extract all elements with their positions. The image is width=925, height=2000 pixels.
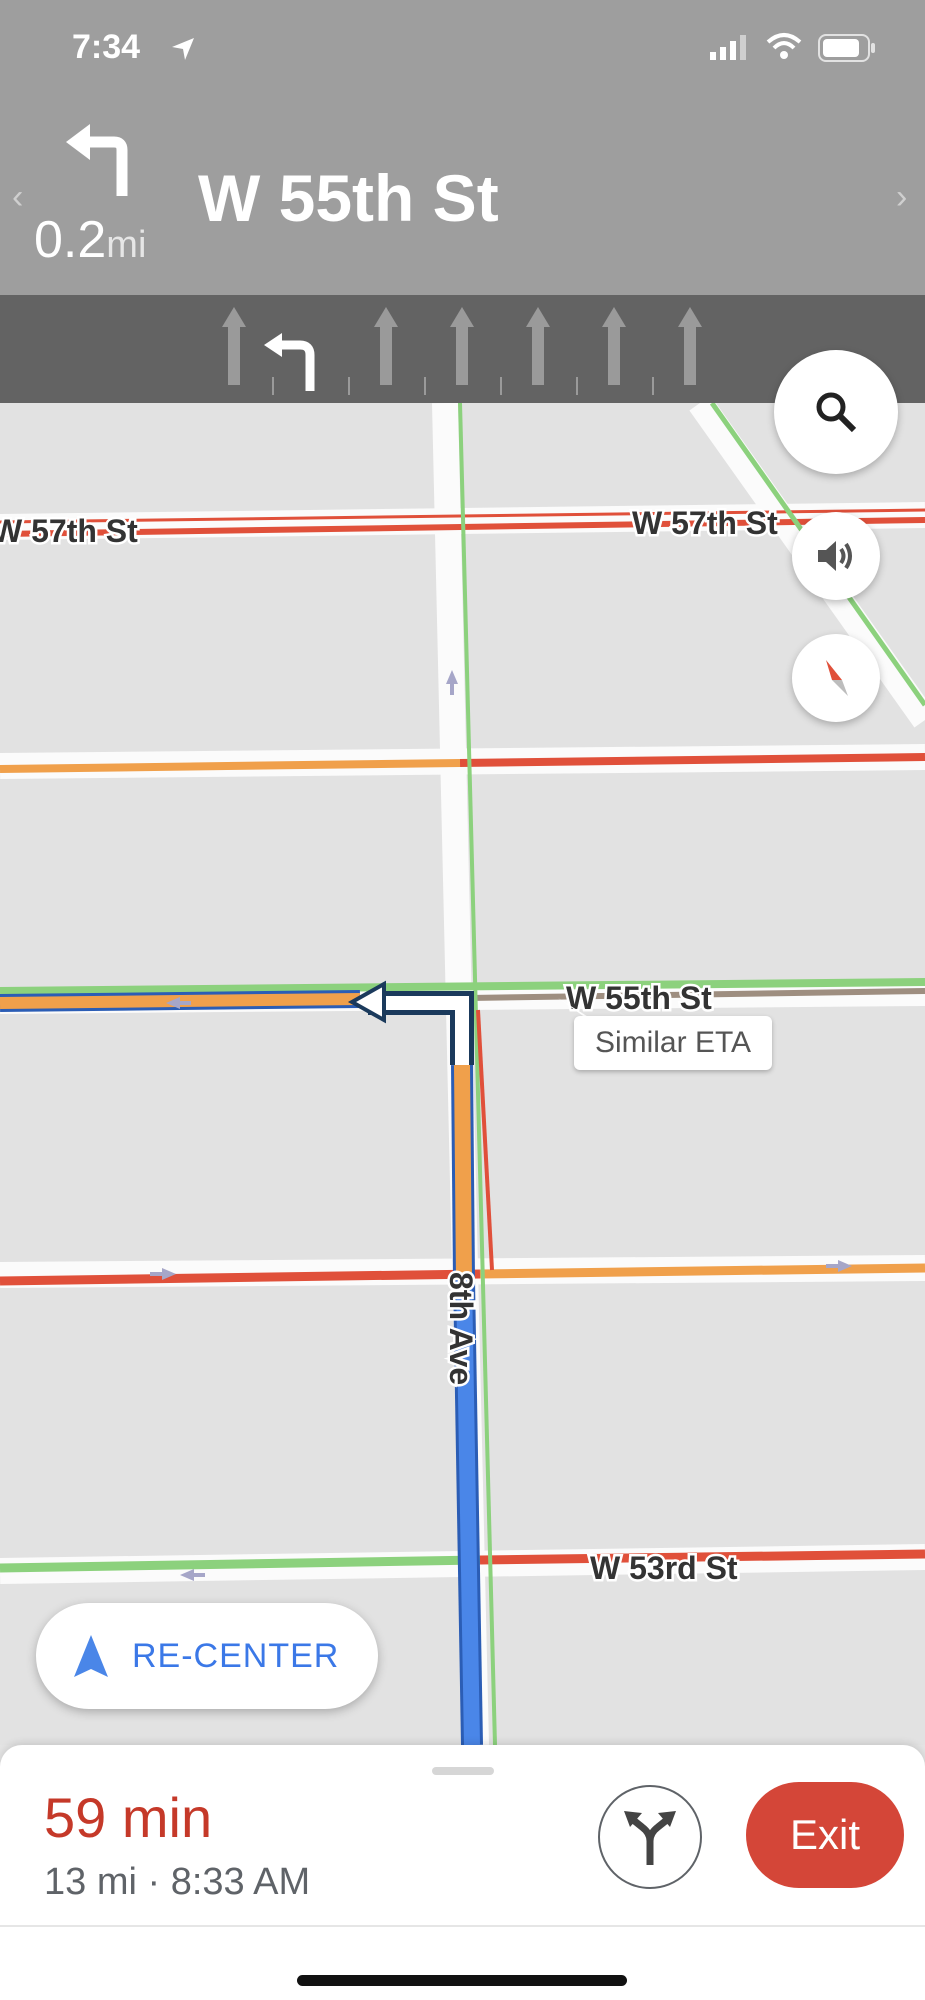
lane-straight-icon: [222, 307, 246, 385]
divider: [0, 1925, 925, 1927]
home-indicator[interactable]: [297, 1975, 627, 1986]
distance-value: 0.2: [34, 211, 107, 269]
search-icon: [816, 392, 857, 433]
sheet-handle[interactable]: [432, 1767, 494, 1775]
turn-left-icon: [66, 124, 128, 196]
previous-step-icon[interactable]: ‹: [12, 178, 23, 217]
maneuver-arrow: [347, 980, 474, 1065]
status-bar: 7:34: [0, 0, 925, 100]
lane-straight-icon: [678, 307, 702, 385]
navigation-header[interactable]: 0.2mi W 55th St ‹ ›: [0, 100, 925, 295]
trip-duration: 59 min: [44, 1786, 213, 1849]
signal-icon: [710, 35, 746, 60]
compass-button[interactable]: [792, 634, 880, 722]
fork-route-icon: [624, 1811, 676, 1865]
wifi-icon: [766, 33, 802, 59]
alternate-routes-button[interactable]: [598, 1785, 702, 1889]
navigation-arrow-icon: [74, 1635, 108, 1677]
street-label-w53rd: W 53rd St: [590, 1550, 738, 1586]
street-label-w57th-east: W 57th St: [632, 505, 778, 541]
distance-unit: mi: [106, 224, 147, 266]
compass-icon: [826, 660, 848, 696]
location-arrow-icon: [172, 38, 194, 60]
recenter-label: RE-CENTER: [132, 1636, 340, 1675]
lane-left-turn-icon: [264, 333, 315, 391]
lane-straight-icon: [602, 307, 626, 385]
sound-button[interactable]: [792, 512, 880, 600]
speaker-icon: [818, 541, 852, 571]
next-street-name: W 55th St: [198, 161, 499, 235]
lane-straight-icon: [526, 307, 550, 385]
traffic-w54th-east: [479, 1263, 925, 1279]
status-time: 7:34: [72, 28, 141, 66]
recenter-button[interactable]: RE-CENTER: [36, 1603, 378, 1709]
next-step-icon[interactable]: ›: [896, 178, 907, 217]
trip-details: 13 mi · 8:33 AM: [44, 1861, 311, 1903]
search-button[interactable]: [774, 350, 898, 474]
street-label-8th-ave: 8th Ave: [443, 1272, 479, 1385]
exit-button[interactable]: Exit: [746, 1782, 904, 1888]
map-canvas[interactable]: W 57th St W 57th St W 55th St W 53rd St …: [0, 403, 925, 1745]
similar-eta-callout[interactable]: Similar ETA: [574, 1016, 772, 1070]
distance: 0.2mi: [34, 210, 146, 270]
battery-icon: [818, 34, 875, 62]
lane-straight-icon: [374, 307, 398, 385]
map-view[interactable]: W 57th St W 57th St W 55th St W 53rd St …: [0, 403, 925, 1745]
lane-straight-icon: [450, 307, 474, 385]
trip-summary-sheet: 59 min 13 mi · 8:33 AM Exit: [0, 1745, 925, 2000]
street-label-w57th-west: W 57th St: [0, 513, 138, 549]
